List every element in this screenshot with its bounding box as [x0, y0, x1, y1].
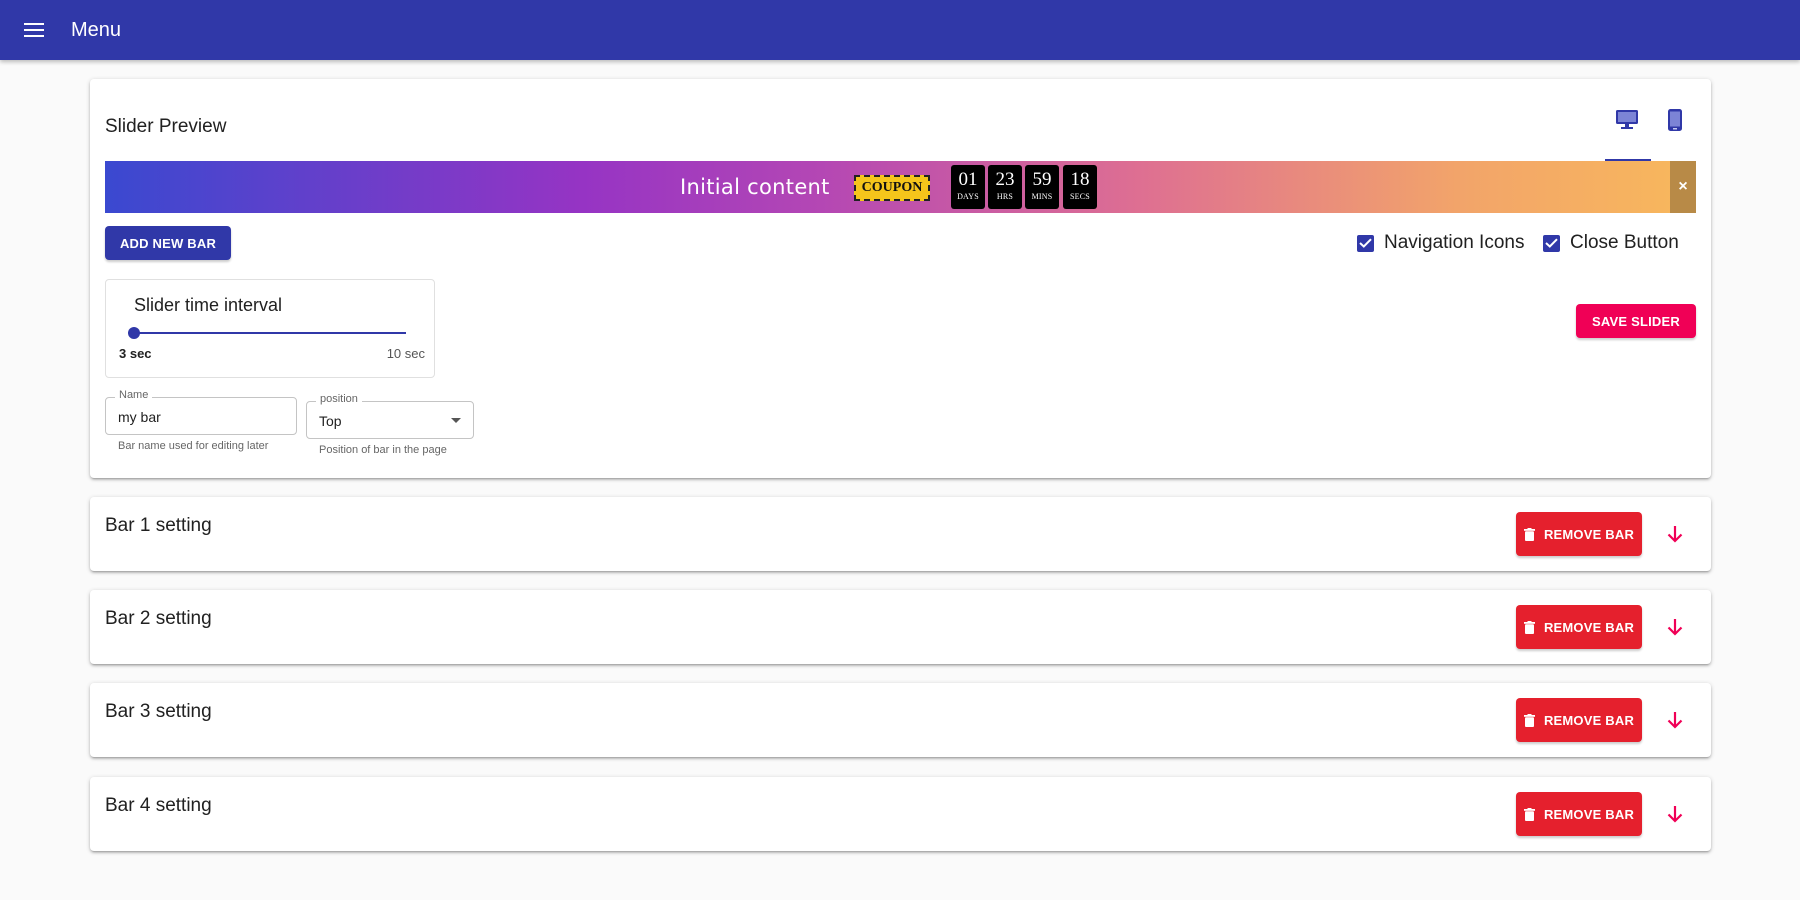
arrow-down-icon — [1667, 619, 1683, 636]
tab-mobile[interactable] — [1653, 99, 1697, 141]
hamburger-menu-icon — [24, 23, 44, 37]
navigation-icons-option[interactable]: Navigation Icons — [1357, 230, 1524, 256]
position-select[interactable]: position Top — [306, 393, 474, 439]
dropdown-arrow-icon — [451, 418, 461, 423]
promo-bar-preview: Initial content COUPON 01 DAYS 23 HRS 59… — [105, 161, 1696, 213]
trash-icon — [1523, 620, 1535, 634]
trash-icon — [1523, 807, 1535, 821]
remove-bar-button[interactable]: REMOVE BAR — [1516, 792, 1642, 836]
expand-button[interactable] — [1660, 519, 1690, 549]
countdown-unit: MINS — [1031, 192, 1053, 201]
preview-title: Slider Preview — [105, 116, 227, 137]
menu-button[interactable] — [17, 13, 51, 47]
close-button-option[interactable]: Close Button — [1543, 230, 1679, 256]
countdown-value: 59 — [1032, 169, 1052, 190]
desktop-monitor-icon — [1616, 110, 1638, 129]
remove-bar-button[interactable]: REMOVE BAR — [1516, 605, 1642, 649]
arrow-down-icon — [1667, 806, 1683, 823]
arrow-down-icon — [1667, 712, 1683, 729]
countdown-value: 18 — [1070, 169, 1090, 190]
bar-setting-card[interactable]: Bar 4 setting REMOVE BAR — [90, 777, 1711, 851]
coupon-badge[interactable]: COUPON — [854, 175, 930, 201]
countdown-days: 01 DAYS — [951, 165, 985, 209]
checkmark-icon — [1359, 238, 1372, 248]
slider-interval-panel: Slider time interval 3 sec 10 sec — [105, 279, 435, 378]
bar-setting-title: Bar 1 setting — [105, 515, 212, 536]
remove-bar-label: REMOVE BAR — [1543, 526, 1635, 542]
interval-title: Slider time interval — [134, 295, 283, 315]
interval-slider-track[interactable] — [134, 332, 406, 334]
name-field-label: Name — [115, 389, 153, 401]
tab-desktop[interactable] — [1605, 99, 1649, 141]
device-tabs — [1605, 99, 1715, 162]
trash-icon — [1523, 527, 1535, 541]
close-icon: × — [1678, 178, 1688, 195]
countdown-seconds: 18 SECS — [1063, 165, 1097, 209]
countdown-hours: 23 HRS — [988, 165, 1022, 209]
navigation-icons-checkbox[interactable] — [1357, 234, 1374, 252]
countdown-value: 23 — [995, 169, 1015, 190]
slider-min-label: 3 sec — [119, 346, 152, 361]
expand-button[interactable] — [1660, 612, 1690, 642]
promo-text: Initial content — [680, 175, 830, 199]
remove-bar-label: REMOVE BAR — [1543, 619, 1635, 635]
countdown-unit: DAYS — [957, 192, 979, 201]
promo-close-button[interactable]: × — [1670, 161, 1696, 213]
remove-bar-button[interactable]: REMOVE BAR — [1516, 512, 1642, 556]
app-title: Menu — [71, 18, 122, 41]
bar-setting-card[interactable]: Bar 1 setting REMOVE BAR — [90, 497, 1711, 571]
expand-button[interactable] — [1660, 705, 1690, 735]
mobile-phone-icon — [1668, 109, 1682, 131]
name-helper-text: Bar name used for editing later — [118, 440, 269, 452]
slider-max-label: 10 sec — [386, 346, 425, 361]
navigation-icons-label: Navigation Icons — [1384, 232, 1525, 253]
name-input[interactable] — [118, 409, 278, 425]
app-bar: Menu — [0, 0, 1800, 60]
save-slider-button[interactable]: SAVE SLIDER — [1576, 304, 1696, 338]
checkmark-icon — [1545, 238, 1558, 248]
position-field-label: position — [316, 393, 362, 405]
remove-bar-label: REMOVE BAR — [1543, 712, 1635, 728]
bar-setting-title: Bar 2 setting — [105, 608, 212, 629]
remove-bar-button[interactable]: REMOVE BAR — [1516, 698, 1642, 742]
countdown-unit: HRS — [996, 192, 1014, 201]
close-button-label: Close Button — [1570, 232, 1679, 253]
countdown-value: 01 — [958, 169, 978, 190]
remove-bar-label: REMOVE BAR — [1543, 806, 1635, 822]
countdown-minutes: 59 MINS — [1025, 165, 1059, 209]
bar-setting-card[interactable]: Bar 2 setting REMOVE BAR — [90, 590, 1711, 664]
trash-icon — [1523, 713, 1535, 727]
bar-setting-title: Bar 4 setting — [105, 795, 212, 816]
bar-setting-card[interactable]: Bar 3 setting REMOVE BAR — [90, 683, 1711, 757]
slider-preview-card: Slider Preview Initial content COUPON 01 — [90, 79, 1711, 478]
countdown-unit: SECS — [1070, 192, 1090, 201]
close-button-checkbox[interactable] — [1543, 234, 1560, 252]
position-helper-text: Position of bar in the page — [319, 444, 447, 456]
name-field: Name — [105, 389, 297, 435]
add-new-bar-button[interactable]: ADD NEW BAR — [105, 226, 231, 260]
interval-slider-thumb[interactable] — [128, 327, 140, 339]
expand-button[interactable] — [1660, 799, 1690, 829]
bar-setting-title: Bar 3 setting — [105, 701, 212, 722]
arrow-down-icon — [1667, 526, 1683, 543]
